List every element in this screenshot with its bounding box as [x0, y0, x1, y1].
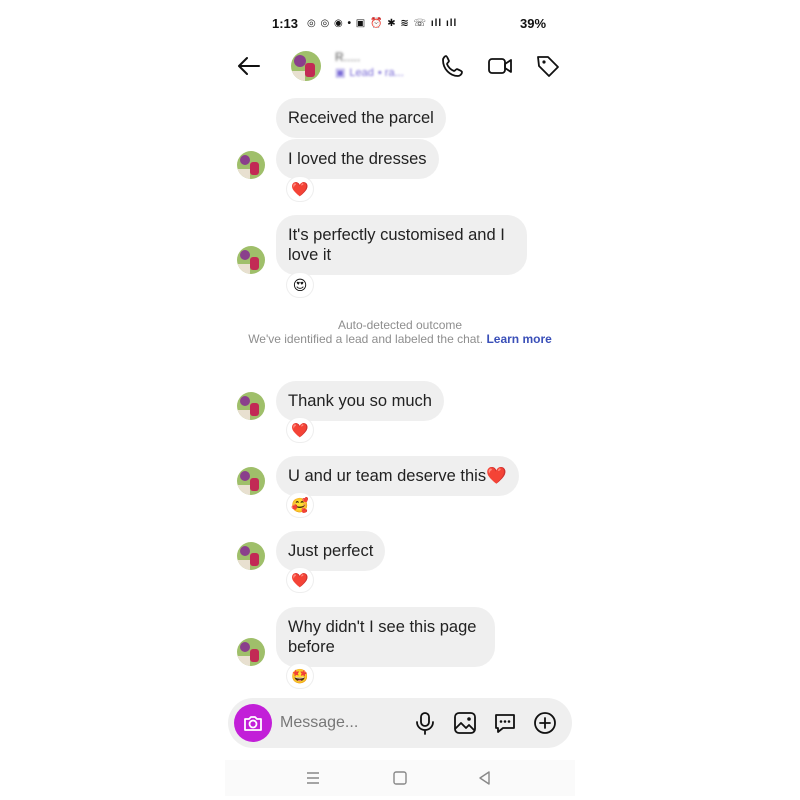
plus-circle-icon[interactable] [532, 710, 558, 736]
note-body: We've identified a lead and labeled the … [245, 332, 555, 346]
sender-avatar[interactable] [237, 246, 265, 274]
note-text: We've identified a lead and labeled the … [248, 332, 484, 346]
message-input[interactable] [280, 712, 400, 734]
message-thread: Received the parcel I loved the dresses … [225, 88, 575, 693]
system-nav-bar [225, 760, 575, 796]
message-bubble[interactable]: Thank you so much [276, 381, 444, 421]
sender-avatar[interactable] [237, 542, 265, 570]
message-composer [228, 698, 572, 748]
chat-header: R..... ▣ Lead • ra... [225, 44, 575, 88]
sender-avatar[interactable] [237, 392, 265, 420]
contact-name[interactable]: R..... [335, 50, 360, 64]
label-tag-icon[interactable] [534, 52, 562, 80]
contact-label: ▣ Lead • ra... [335, 66, 404, 80]
status-bar: 1:13 ◎ ◎ ◉ • ▣ ⏰ ✱ ≋ ☏ ıll ıll 39% [225, 12, 575, 34]
status-icons: ◎ ◎ ◉ • ▣ ⏰ ✱ ≋ ☏ ıll ıll [307, 17, 458, 29]
label-text: Lead [349, 66, 374, 79]
reaction-badge[interactable]: ❤️ [287, 418, 313, 442]
reaction-badge[interactable]: ❤️ [287, 177, 313, 201]
message-bubble[interactable]: I loved the dresses [276, 139, 439, 179]
reaction-badge[interactable]: 🥰 [287, 493, 313, 517]
reaction-badge[interactable]: 😍 [287, 273, 313, 297]
sender-avatar[interactable] [237, 638, 265, 666]
label-extra: • ra... [377, 66, 404, 79]
reaction-badge[interactable]: 🤩 [287, 664, 313, 688]
message-bubble[interactable]: Just perfect [276, 531, 386, 571]
camera-button[interactable] [234, 704, 272, 742]
sticker-chat-icon[interactable] [492, 710, 518, 736]
battery-level: 39% [520, 15, 547, 31]
back-arrow-icon[interactable] [235, 52, 263, 80]
note-title: Auto-detected outcome [337, 318, 463, 332]
learn-more-link[interactable]: Learn more [486, 332, 551, 346]
phone-screen: 1:13 ◎ ◎ ◉ • ▣ ⏰ ✱ ≋ ☏ ıll ıll 39% R....… [225, 0, 575, 800]
camera-icon [244, 716, 262, 731]
contact-avatar[interactable] [291, 51, 321, 81]
message-bubble[interactable]: U and ur team deserve this❤️ [276, 456, 519, 496]
sender-avatar[interactable] [237, 467, 265, 495]
phone-call-icon[interactable] [439, 52, 467, 80]
video-call-icon[interactable] [486, 52, 514, 80]
message-bubble[interactable]: Why didn't I see this page before [276, 607, 495, 667]
microphone-icon[interactable] [412, 710, 438, 736]
message-bubble[interactable]: Received the parcel [276, 98, 446, 138]
tag-icon: ▣ [335, 67, 346, 79]
back-nav-icon[interactable] [475, 768, 495, 788]
reaction-badge[interactable]: ❤️ [287, 568, 313, 592]
home-icon[interactable] [390, 768, 410, 788]
auto-detected-outcome-note: Auto-detected outcome We've identified a… [245, 318, 555, 346]
sender-avatar[interactable] [237, 151, 265, 179]
recents-icon[interactable] [303, 768, 323, 788]
status-time: 1:13 [272, 15, 299, 31]
gallery-icon[interactable] [452, 710, 478, 736]
message-bubble[interactable]: It's perfectly customised and I love it [276, 215, 527, 275]
